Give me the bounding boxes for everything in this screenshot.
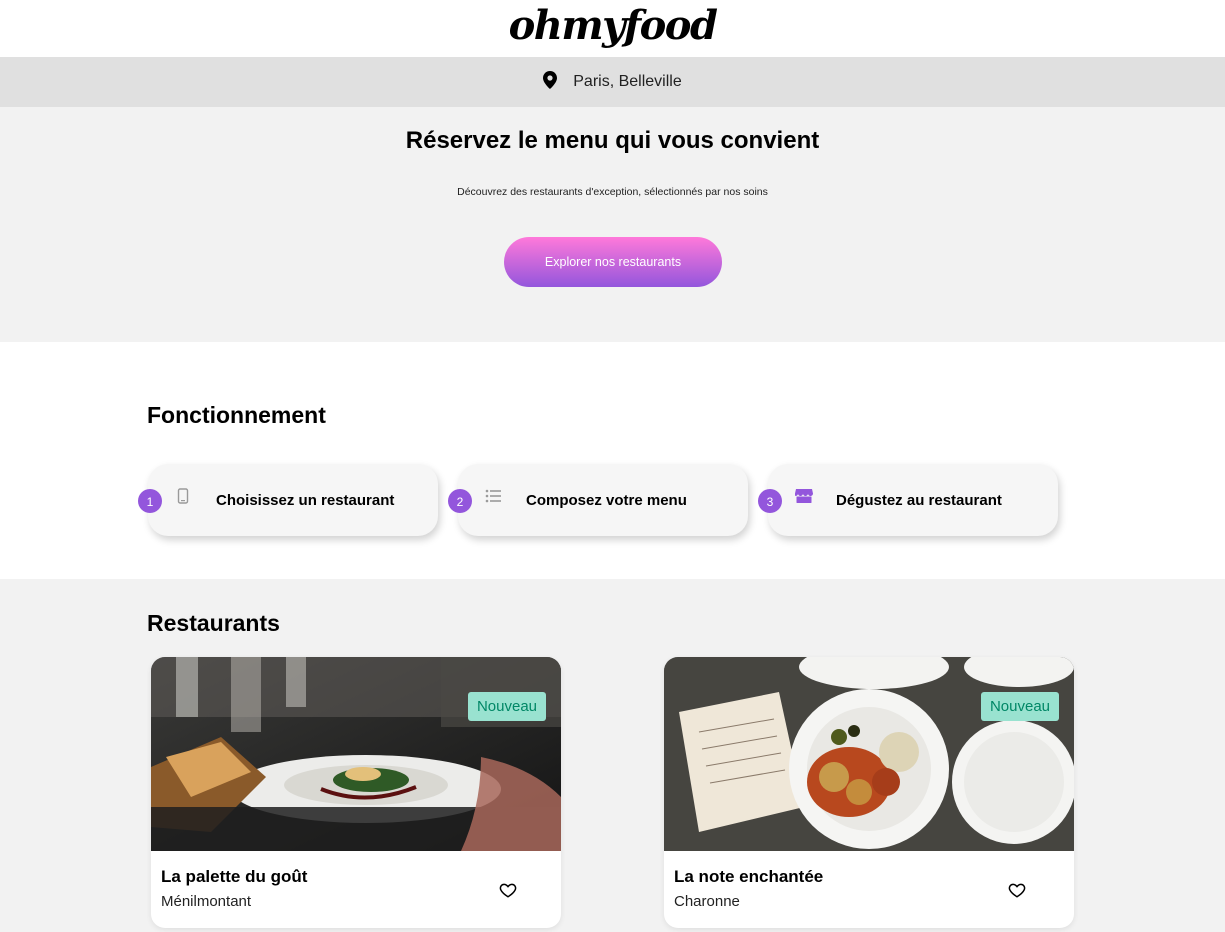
restaurant-photo	[664, 657, 1074, 851]
step-card-1: 1 Choisissez un restaurant	[138, 464, 438, 536]
new-badge: Nouveau	[467, 692, 546, 721]
restaurant-area: Charonne	[674, 893, 740, 910]
location-bar: Paris, Belleville	[0, 57, 1225, 107]
hero-section: Réservez le menu qui vous convient Décou…	[0, 107, 1225, 342]
heart-outline-icon[interactable]	[1008, 881, 1026, 899]
restaurant-card[interactable]: Nouveau La note enchantée Charonne	[664, 657, 1074, 928]
restaurant-name: La note enchantée	[674, 867, 824, 886]
restaurant-area: Ménilmontant	[161, 893, 252, 910]
step-label: Dégustez au restaurant	[836, 492, 1002, 509]
step-number-badge: 2	[448, 489, 472, 513]
list-icon	[485, 488, 501, 504]
step-number-badge: 1	[138, 489, 162, 513]
restaurant-name: La palette du goût	[161, 867, 308, 886]
mobile-phone-icon	[175, 488, 191, 504]
restaurants-title: Restaurants	[147, 610, 280, 636]
heart-outline-icon[interactable]	[499, 881, 517, 899]
restaurants-section: Restaurants Nouveau La palette du goût M…	[0, 579, 1225, 932]
restaurant-photo	[151, 657, 561, 851]
how-it-works-title: Fonctionnement	[147, 402, 326, 428]
brand-logo[interactable]: ohmyfood	[0, 2, 1225, 49]
step-card-3: 3 Dégustez au restaurant	[758, 464, 1058, 536]
step-card-2: 2 Composez votre menu	[448, 464, 748, 536]
store-icon	[795, 488, 813, 504]
hero-subtitle: Découvrez des restaurants d'exception, s…	[457, 186, 768, 198]
location-pin-icon	[543, 70, 558, 94]
new-badge: Nouveau	[980, 692, 1059, 721]
step-label: Choisissez un restaurant	[216, 492, 395, 509]
explore-restaurants-button[interactable]: Explorer nos restaurants	[504, 237, 722, 287]
how-it-works-section: Fonctionnement 1 Choisissez un restauran…	[0, 342, 1225, 579]
step-number-badge: 3	[758, 489, 782, 513]
hero-title: Réservez le menu qui vous convient	[405, 127, 820, 154]
location-text: Paris, Belleville	[573, 73, 682, 90]
site-header: ohmyfood	[0, 0, 1225, 57]
restaurant-card[interactable]: Nouveau La palette du goût Ménilmontant	[151, 657, 561, 928]
step-label: Composez votre menu	[526, 492, 687, 509]
